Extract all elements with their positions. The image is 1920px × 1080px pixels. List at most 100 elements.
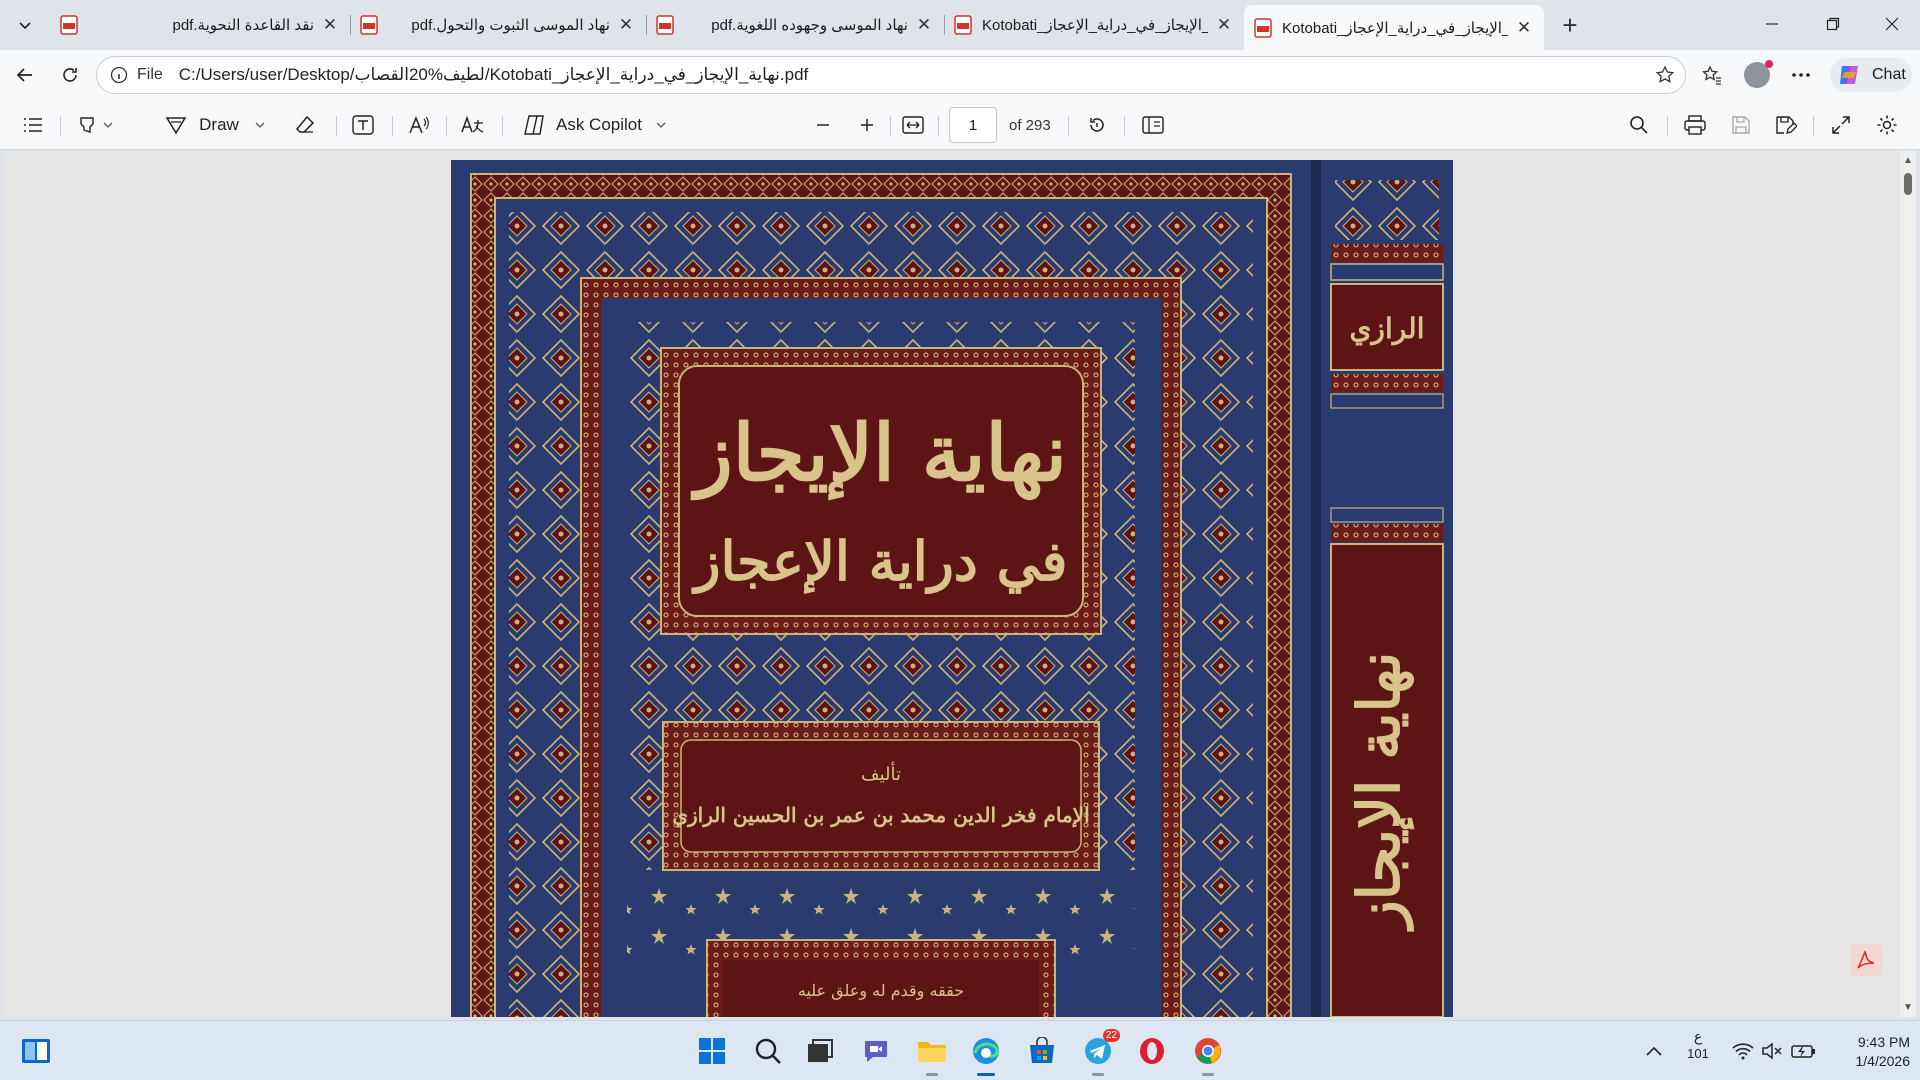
- find-button[interactable]: [1624, 109, 1654, 141]
- address-bar[interactable]: File C:/Users/user/Desktop/لطيف%20القصاب…: [96, 56, 1686, 94]
- more-dots-icon: [1792, 73, 1810, 77]
- save-button[interactable]: [1726, 109, 1756, 141]
- rotate-button[interactable]: [1082, 109, 1112, 141]
- more-menu-button[interactable]: [1784, 58, 1818, 92]
- tab-5-active[interactable]: Kotobati_نهاية_الإيجاز_في_دراية_الإعجاز …: [1244, 5, 1544, 50]
- input-indicator[interactable]: ع 101: [1686, 1027, 1710, 1063]
- telegram-badge: 22: [1102, 1029, 1120, 1042]
- start-button[interactable]: [692, 1031, 732, 1071]
- tab-1[interactable]: نقد القاعدة النحوية.pdf ✕: [50, 7, 351, 43]
- cover-title-line2: في دراية الإعجاز: [691, 529, 1068, 595]
- store-icon: [1030, 1037, 1054, 1063]
- vertical-scrollbar[interactable]: ▲ ▼: [1900, 151, 1916, 1017]
- restore-button[interactable]: [1809, 0, 1857, 48]
- file-explorer-button[interactable]: [912, 1031, 952, 1076]
- tab-close-button[interactable]: ✕: [914, 15, 934, 35]
- arrow-left-icon: [16, 68, 32, 82]
- favorites-button[interactable]: [1695, 58, 1729, 92]
- opera-icon: [1140, 1038, 1164, 1064]
- search-icon: [1630, 116, 1648, 134]
- favorite-star-icon[interactable]: [1655, 65, 1675, 90]
- page-view-button[interactable]: [1138, 109, 1168, 141]
- scroll-up-icon[interactable]: ▲: [1903, 155, 1913, 166]
- store-button[interactable]: [1022, 1031, 1062, 1071]
- pdf-page-cover: نهاية الإيجاز في دراية الإعجاز تأليف الإ…: [451, 160, 1453, 1017]
- pdf-toolbar: Draw Ask Copilot 1 of 293: [0, 100, 1920, 150]
- meet-button[interactable]: [856, 1031, 896, 1071]
- copilot-icon: [1840, 66, 1858, 84]
- chevron-down-icon: [656, 122, 666, 128]
- new-tab-button[interactable]: +: [1555, 10, 1585, 40]
- clock[interactable]: 9:43 PM 1/4/2026: [1830, 1033, 1911, 1071]
- tab-title: نهاد الموسى الثبوت والتحول.pdf: [411, 17, 610, 34]
- translate-button[interactable]: [458, 109, 488, 141]
- opera-button[interactable]: [1132, 1031, 1172, 1071]
- refresh-button[interactable]: [53, 58, 87, 92]
- tab-close-button[interactable]: ✕: [320, 15, 340, 35]
- widgets-button[interactable]: [16, 1031, 56, 1071]
- save-as-button[interactable]: [1771, 109, 1801, 141]
- read-aloud-button[interactable]: [404, 109, 434, 141]
- print-button[interactable]: [1680, 109, 1710, 141]
- fit-width-button[interactable]: [898, 109, 928, 141]
- tab-close-button[interactable]: ✕: [1514, 18, 1534, 38]
- acrobat-button[interactable]: [1850, 944, 1882, 976]
- zoom-out-icon: [817, 124, 829, 126]
- favorites-icon: [1702, 65, 1721, 85]
- clock-time: 9:43 PM: [1857, 1034, 1910, 1050]
- pdf-file-icon: [656, 15, 674, 35]
- telegram-button[interactable]: 22: [1078, 1029, 1120, 1076]
- close-window-button[interactable]: [1868, 0, 1916, 48]
- copilot-chat-button[interactable]: Chat: [1830, 58, 1912, 92]
- settings-button[interactable]: [1872, 109, 1902, 141]
- url-text[interactable]: C:/Users/user/Desktop/لطيف%20القصاب/Koto…: [179, 65, 808, 85]
- spine-title: نهاية الإيجاز: [1345, 652, 1415, 932]
- tab-4[interactable]: Kotobati_نهاية_الإيجاز_في_دراية_الإعجاز …: [944, 7, 1244, 43]
- chevron-down-icon: [19, 22, 31, 30]
- page-number-input[interactable]: 1: [949, 107, 997, 143]
- draw-icon: [165, 117, 187, 135]
- tab-3[interactable]: نهاد الموسى وجهوده اللغوية.pdf ✕: [646, 7, 945, 43]
- battery-button[interactable]: [1784, 1031, 1824, 1071]
- task-view-button[interactable]: [800, 1031, 840, 1071]
- zoom-in-button[interactable]: [852, 109, 882, 141]
- contents-button[interactable]: [18, 109, 48, 141]
- edge-button[interactable]: [966, 1031, 1006, 1076]
- task-view-icon: [808, 1039, 833, 1062]
- tab-strip: نقد القاعدة النحوية.pdf ✕ نهاد الموسى ال…: [0, 0, 1920, 50]
- zoom-out-button[interactable]: [808, 109, 838, 141]
- minimize-button[interactable]: [1748, 0, 1796, 48]
- tab-close-button[interactable]: ✕: [616, 15, 636, 35]
- volume-muted-icon: [1762, 1042, 1782, 1060]
- tab-actions-menu[interactable]: [8, 6, 42, 44]
- pdf-viewer[interactable]: نهاية الإيجاز في دراية الإعجاز تأليف الإ…: [4, 151, 1916, 1017]
- highlight-icon: [80, 117, 113, 133]
- show-hidden-icons-button[interactable]: [1634, 1031, 1674, 1071]
- add-text-button[interactable]: [348, 109, 378, 141]
- page-view-icon: [1142, 116, 1164, 134]
- site-info-icon[interactable]: [101, 66, 137, 84]
- chrome-icon: [1195, 1038, 1221, 1064]
- tab-2[interactable]: نهاد الموسى الثبوت والتحول.pdf ✕: [350, 7, 647, 43]
- fullscreen-button[interactable]: [1826, 109, 1856, 141]
- start-icon: [699, 1038, 725, 1064]
- ask-copilot-label: Ask Copilot: [556, 115, 642, 134]
- scroll-down-icon[interactable]: ▼: [1903, 1002, 1913, 1013]
- chrome-button[interactable]: [1188, 1031, 1228, 1076]
- battery-charging-icon: [1791, 1045, 1815, 1058]
- eraser-button[interactable]: [290, 109, 320, 141]
- tab-close-button[interactable]: ✕: [1214, 15, 1234, 35]
- url-scheme: File: [137, 66, 163, 83]
- tab-title: نقد القاعدة النحوية.pdf: [172, 17, 315, 34]
- scrollbar-thumb[interactable]: [1904, 173, 1912, 195]
- search-button[interactable]: [748, 1031, 788, 1071]
- draw-button[interactable]: Draw: [156, 109, 274, 141]
- highlight-button[interactable]: [72, 109, 120, 141]
- input-code: 101: [1687, 1046, 1709, 1061]
- ask-copilot-button[interactable]: Ask Copilot: [518, 109, 670, 141]
- meet-icon: [865, 1041, 887, 1062]
- profile-button[interactable]: [1740, 58, 1774, 92]
- back-button[interactable]: [8, 58, 42, 92]
- input-lang: ع: [1693, 1028, 1703, 1044]
- tab-title: Kotobati_نهاية_الإيجاز_في_دراية_الإعجاز: [1282, 19, 1508, 37]
